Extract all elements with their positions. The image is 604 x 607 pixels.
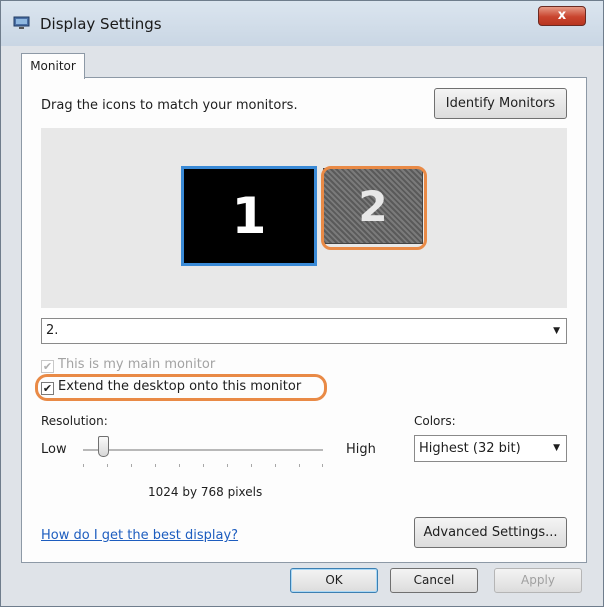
slider-tick xyxy=(155,464,156,467)
main-monitor-row: ✔ This is my main monitor xyxy=(41,357,215,373)
identify-monitors-button[interactable]: Identify Monitors xyxy=(434,88,567,119)
resolution-slider-ticks xyxy=(83,464,323,467)
monitor-select-value: 2. xyxy=(46,323,59,338)
slider-tick xyxy=(107,464,108,467)
resolution-slider-track[interactable] xyxy=(83,449,323,451)
title-bar[interactable]: Display Settings x xyxy=(1,1,603,46)
slider-tick xyxy=(299,464,300,467)
main-monitor-checkbox: ✔ xyxy=(41,360,54,373)
ok-button[interactable]: OK xyxy=(290,568,378,593)
resolution-value: 1024 by 768 pixels xyxy=(148,485,263,499)
monitor-2-icon[interactable]: 2 xyxy=(323,168,423,244)
slider-tick xyxy=(83,464,84,467)
slider-tick xyxy=(179,464,180,467)
display-settings-icon xyxy=(13,16,30,29)
slider-tick xyxy=(203,464,204,467)
display-settings-window: Display Settings x Monitor Drag the icon… xyxy=(0,0,604,607)
slider-tick xyxy=(227,464,228,467)
colors-select[interactable]: Highest (32 bit) ▼ xyxy=(414,435,567,462)
monitor-1-icon[interactable]: 1 xyxy=(181,166,317,266)
resolution-slider-thumb[interactable] xyxy=(98,436,109,457)
extend-desktop-label[interactable]: Extend the desktop onto this monitor xyxy=(58,379,301,394)
resolution-label: Resolution: xyxy=(41,414,108,428)
advanced-settings-button[interactable]: Advanced Settings... xyxy=(414,517,567,548)
close-button[interactable]: x xyxy=(538,6,586,26)
best-display-help-link[interactable]: How do I get the best display? xyxy=(41,528,238,543)
tab-monitor[interactable]: Monitor xyxy=(21,53,85,79)
colors-select-value: Highest (32 bit) xyxy=(419,441,521,456)
slider-tick xyxy=(322,464,323,467)
slider-tick xyxy=(251,464,252,467)
main-monitor-label: This is my main monitor xyxy=(58,357,216,372)
colors-label: Colors: xyxy=(414,414,456,428)
monitor-arrangement-area: 1 2 xyxy=(41,128,567,308)
chevron-down-icon: ▼ xyxy=(553,443,560,453)
slider-tick xyxy=(275,464,276,467)
drag-instruction: Drag the icons to match your monitors. xyxy=(41,98,298,113)
monitor-tab-panel: Drag the icons to match your monitors. I… xyxy=(21,77,587,563)
monitor-select[interactable]: 2. ▼ xyxy=(41,318,567,344)
resolution-low-label: Low xyxy=(41,442,67,457)
extend-desktop-checkbox[interactable]: ✔ xyxy=(41,382,54,395)
chevron-down-icon: ▼ xyxy=(553,326,560,336)
cancel-button[interactable]: Cancel xyxy=(390,568,478,593)
resolution-high-label: High xyxy=(346,442,376,457)
window-title: Display Settings xyxy=(40,15,162,33)
extend-desktop-row[interactable]: ✔ Extend the desktop onto this monitor xyxy=(41,379,301,395)
apply-button[interactable]: Apply xyxy=(494,568,582,593)
slider-tick xyxy=(131,464,132,467)
